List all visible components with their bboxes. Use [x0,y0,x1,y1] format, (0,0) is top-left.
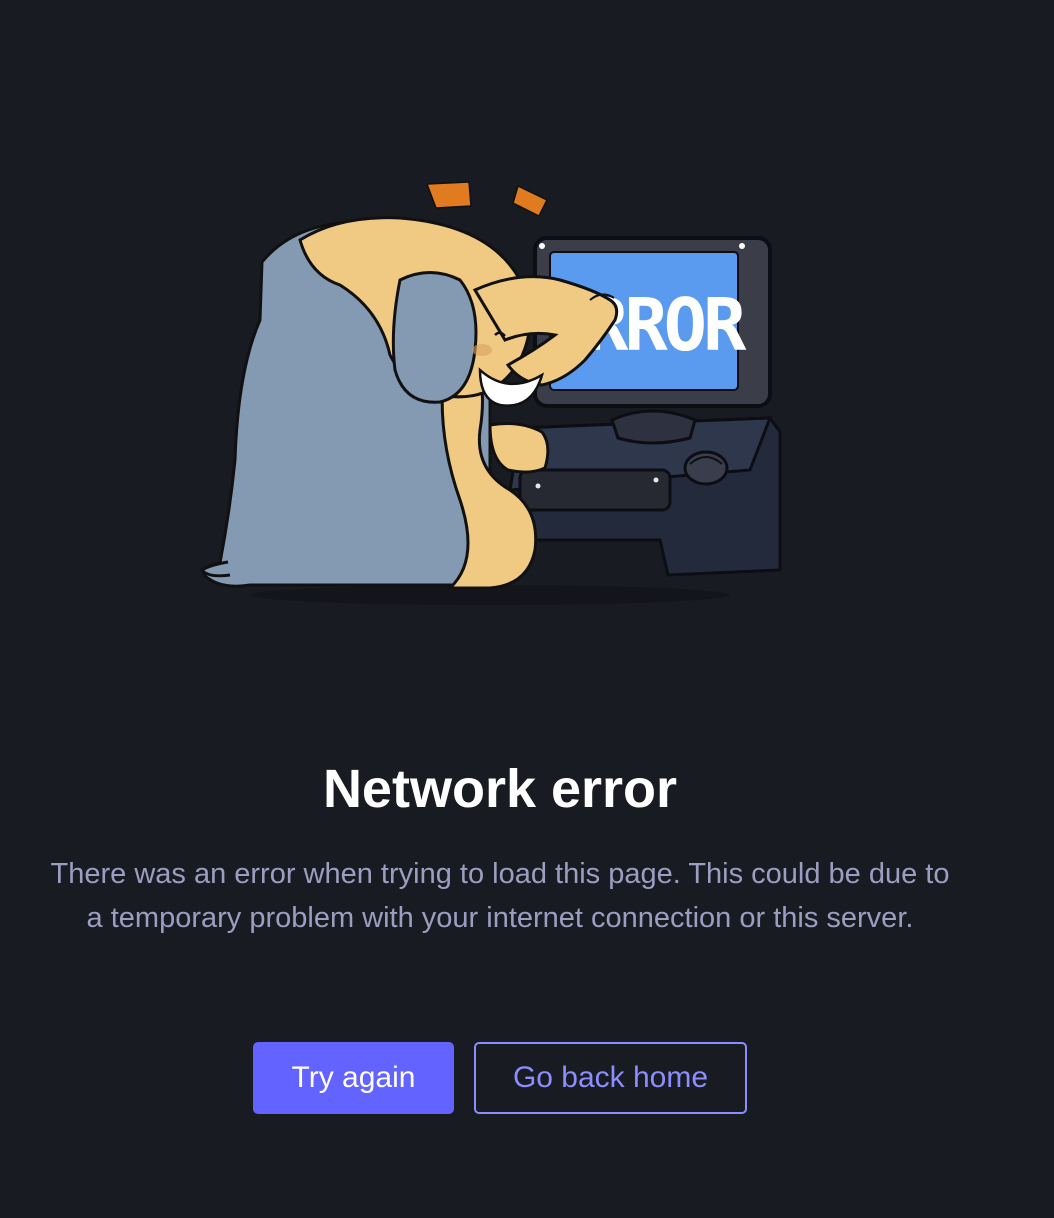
keyboard [518,468,672,512]
elephant-at-computer-illustration: ERROR [199,181,782,605]
surprise-marks [425,181,549,218]
error-message: There was an error when trying to load t… [50,858,950,934]
error-actions: Try again Go back home [253,1042,747,1114]
page-title: Network error [322,759,678,819]
mouse [683,450,729,486]
try-again-button[interactable]: Try again [253,1042,454,1114]
error-page: ERROR Network error There was an error w… [0,0,1054,1218]
go-back-home-button[interactable]: Go back home [474,1042,747,1114]
